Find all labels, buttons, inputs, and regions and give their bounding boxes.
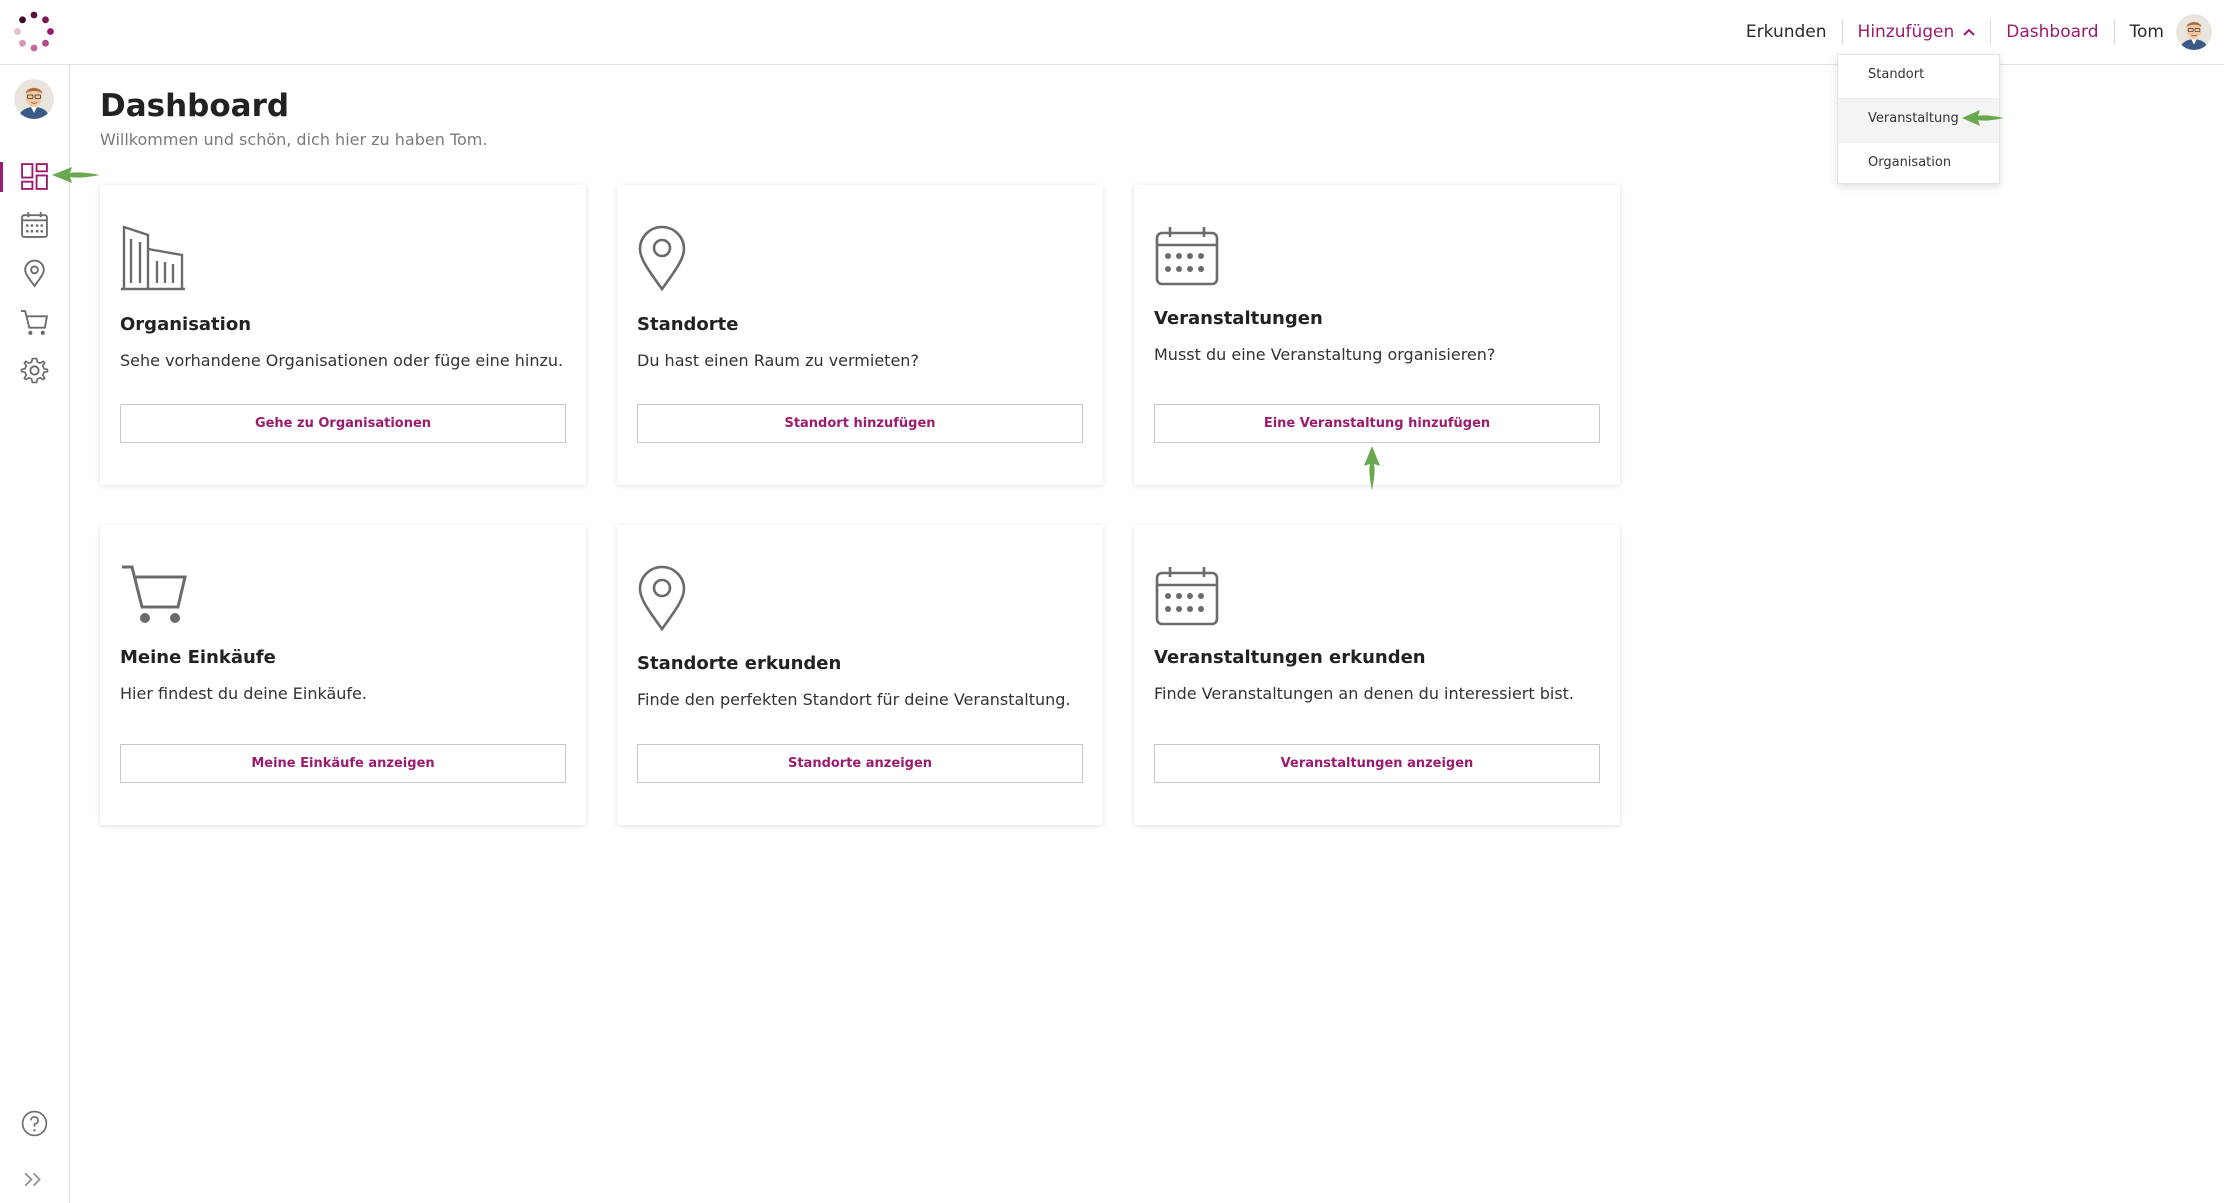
card-purchases: Meine Einkäufe Hier findest du deine Ein… <box>100 525 586 825</box>
nav-add[interactable]: Hinzufügen <box>1843 21 1991 43</box>
menu-item-location[interactable]: Standort <box>1838 55 1999 99</box>
building-icon <box>121 225 185 291</box>
show-purchases-button[interactable]: Meine Einkäufe anzeigen <box>120 744 566 783</box>
annotation-arrow-icon <box>1962 110 2004 126</box>
page-title: Dashboard <box>100 88 290 124</box>
card-title: Standorte erkunden <box>637 653 842 674</box>
card-title: Standorte <box>637 314 739 335</box>
add-location-button[interactable]: Standort hinzufügen <box>637 404 1083 443</box>
card-description: Du hast einen Raum zu vermieten? <box>637 351 919 370</box>
map-pin-icon <box>638 225 686 291</box>
card-title: Veranstaltungen <box>1154 308 1323 329</box>
sidebar <box>0 65 70 1203</box>
shopping-cart-icon <box>122 565 187 623</box>
card-description: Sehe vorhandene Organisationen oder füge… <box>120 351 564 370</box>
nav-explore[interactable]: Erkunden <box>1731 21 1842 43</box>
go-to-organisations-button[interactable]: Gehe zu Organisationen <box>120 404 566 443</box>
card-organisation: Organisation Sehe vorhandene Organisatio… <box>100 185 586 485</box>
add-event-button[interactable]: Eine Veranstaltung hinzufügen <box>1154 404 1600 443</box>
chevron-up-icon <box>1963 28 1976 36</box>
card-description: Finde den perfekten Standort für deine V… <box>637 690 1071 709</box>
nav-dashboard[interactable]: Dashboard <box>1991 21 2113 43</box>
card-veranstaltungen: Veranstaltungen Musst du eine Veranstalt… <box>1134 185 1620 485</box>
card-explore-locations: Standorte erkunden Finde den perfekten S… <box>617 525 1103 825</box>
map-pin-icon[interactable] <box>20 259 49 288</box>
user-menu[interactable]: Tom <box>2115 14 2212 50</box>
calendar-icon[interactable] <box>20 210 49 239</box>
expand-icon[interactable] <box>20 1165 49 1194</box>
show-locations-button[interactable]: Standorte anzeigen <box>637 744 1083 783</box>
card-title: Meine Einkäufe <box>120 647 276 668</box>
annotation-arrow-icon <box>52 167 100 183</box>
dashboard-icon[interactable] <box>20 162 49 191</box>
user-name: Tom <box>2129 22 2164 42</box>
page-subtitle: Willkommen und schön, dich hier zu haben… <box>100 130 488 149</box>
logo[interactable] <box>10 8 58 56</box>
help-icon[interactable] <box>20 1109 49 1138</box>
card-description: Musst du eine Veranstaltung organisieren… <box>1154 345 1496 364</box>
calendar-icon <box>1155 567 1219 626</box>
shopping-cart-icon[interactable] <box>20 308 49 337</box>
sidebar-avatar[interactable] <box>14 79 54 119</box>
card-description: Hier findest du deine Einkäufe. <box>120 684 367 703</box>
card-title: Organisation <box>120 314 252 335</box>
annotation-arrow-icon <box>1364 446 1380 490</box>
map-pin-icon <box>638 565 686 631</box>
sidebar-active-indicator <box>0 162 3 192</box>
gear-icon[interactable] <box>20 356 49 385</box>
menu-item-organization[interactable]: Organisation <box>1838 143 1999 186</box>
card-explore-events: Veranstaltungen erkunden Finde Veranstal… <box>1134 525 1620 825</box>
card-description: Finde Veranstaltungen an denen du intere… <box>1154 684 1575 703</box>
show-events-button[interactable]: Veranstaltungen anzeigen <box>1154 744 1600 783</box>
card-standorte: Standorte Du hast einen Raum zu vermiete… <box>617 185 1103 485</box>
avatar <box>2176 14 2212 50</box>
calendar-icon <box>1155 227 1219 286</box>
nav-add-label: Hinzufügen <box>1857 22 1955 42</box>
card-title: Veranstaltungen erkunden <box>1154 647 1426 668</box>
